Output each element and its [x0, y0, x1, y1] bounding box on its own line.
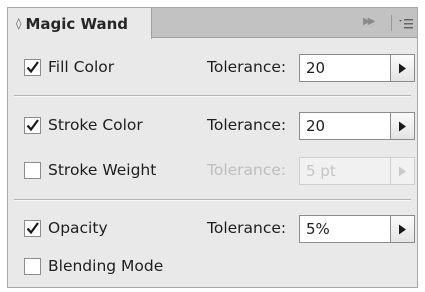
right-arrow-icon [399, 63, 406, 73]
blending-mode-row: Blending Mode [8, 250, 417, 284]
panel-menu-icon[interactable] [397, 14, 415, 32]
magic-wand-panel: ◊ Magic Wand ▶▶ Fill Color Tolerance: 20… [7, 7, 418, 288]
right-arrow-icon [399, 224, 406, 234]
stroke-weight-label: Stroke Weight [48, 161, 157, 179]
fill-color-tolerance-popup-button[interactable] [390, 54, 415, 82]
right-arrow-icon [399, 166, 406, 176]
stroke-weight-tolerance-field: 5 pt [299, 157, 391, 185]
opacity-label: Opacity [48, 219, 108, 237]
fill-color-checkbox[interactable] [24, 59, 41, 76]
stroke-weight-checkbox[interactable] [24, 162, 41, 179]
stroke-weight-tolerance-label: Tolerance: [207, 161, 287, 179]
stroke-weight-tolerance-popup-button [390, 157, 415, 185]
opacity-row: Opacity Tolerance: 5% [8, 212, 417, 246]
checkmark-icon [26, 61, 39, 74]
blending-mode-label: Blending Mode [48, 257, 164, 275]
opacity-checkbox[interactable] [24, 220, 41, 237]
panel-title: Magic Wand [25, 14, 129, 33]
tab-magic-wand[interactable]: ◊ Magic Wand [8, 8, 152, 39]
tab-toggle-icon[interactable]: ◊ [16, 17, 21, 30]
fill-color-label: Fill Color [48, 58, 115, 76]
checkmark-icon [26, 222, 39, 235]
stroke-color-row: Stroke Color Tolerance: 20 [8, 109, 417, 143]
stroke-color-label: Stroke Color [48, 116, 143, 134]
blending-mode-checkbox[interactable] [24, 258, 41, 275]
stroke-weight-row: Stroke Weight Tolerance: 5 pt [8, 154, 417, 188]
right-arrow-icon [399, 121, 406, 131]
stroke-color-checkbox[interactable] [24, 117, 41, 134]
opacity-tolerance-popup-button[interactable] [390, 215, 415, 243]
fill-color-tolerance-field[interactable]: 20 [299, 54, 391, 82]
stroke-color-tolerance-field[interactable]: 20 [299, 112, 391, 140]
section-divider-highlight [14, 96, 411, 97]
fill-color-tolerance-label: Tolerance: [207, 58, 287, 76]
fill-color-row: Fill Color Tolerance: 20 [8, 51, 417, 85]
tab-bar-divider [391, 15, 392, 31]
stroke-color-tolerance-label: Tolerance: [207, 116, 287, 134]
stroke-color-tolerance-popup-button[interactable] [390, 112, 415, 140]
opacity-tolerance-field[interactable]: 5% [299, 215, 391, 243]
checkmark-icon [26, 119, 39, 132]
collapse-panel-icon[interactable]: ▶▶ [363, 16, 376, 27]
panel-tab-bar: ◊ Magic Wand ▶▶ [8, 8, 417, 39]
section-divider-highlight [14, 200, 411, 201]
opacity-tolerance-label: Tolerance: [207, 219, 287, 237]
